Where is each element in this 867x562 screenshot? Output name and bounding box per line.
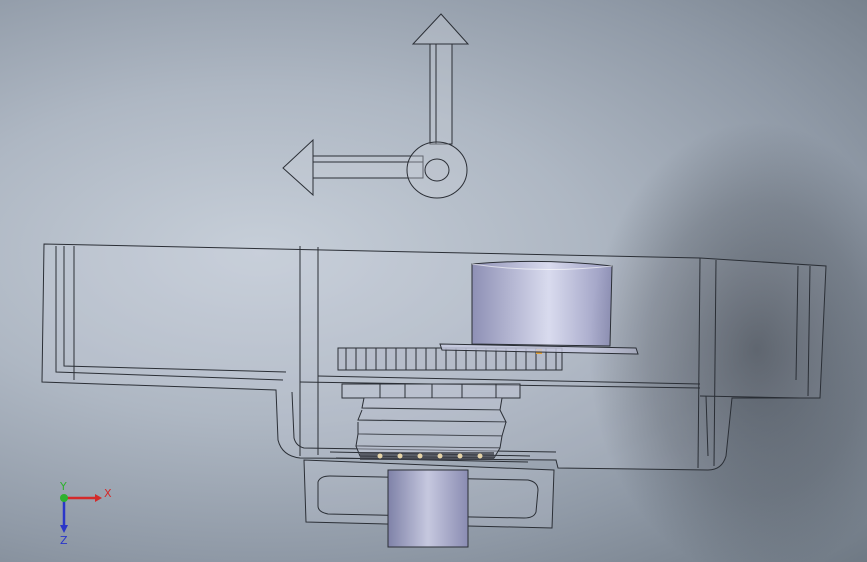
x-axis-label: X	[104, 487, 112, 500]
y-axis-label: Y	[59, 480, 67, 493]
y-axis-icon	[60, 494, 68, 502]
move-arrow-icon[interactable]	[282, 13, 470, 199]
z-axis-arrowhead-icon	[60, 525, 68, 533]
reference-triad: X Y Z	[40, 478, 120, 548]
model-canvas[interactable]	[0, 0, 867, 562]
output-shaft[interactable]	[387, 469, 469, 548]
z-axis-label: Z	[60, 534, 68, 547]
bearing-ring[interactable]	[360, 452, 494, 460]
graphics-viewport[interactable]: X Y Z	[0, 0, 867, 562]
x-axis-arrowhead-icon	[95, 494, 102, 502]
